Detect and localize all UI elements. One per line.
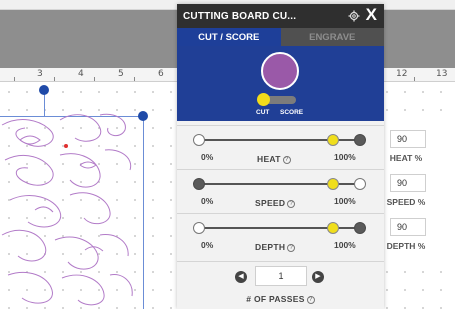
depth-input[interactable]: 90 [390,218,426,236]
depth-value-knob[interactable] [327,222,339,234]
depth-row: 0% DEPTH? 100% [177,213,384,257]
panel-title: CUTTING BOARD CU... [183,10,297,22]
heat-value-knob[interactable] [327,134,339,146]
mode-tabs: CUT / SCORE ENGRAVE [177,28,384,46]
heat-min-label: 0% [201,152,214,162]
score-label: SCORE [280,109,304,116]
ruler-number: 13 [436,69,448,79]
help-icon[interactable]: ? [306,296,315,304]
passes-label-text: # OF PASSES [246,294,305,304]
heat-label: HEAT? [257,154,291,164]
ruler-tick [14,77,15,81]
ruler-tick [134,77,135,81]
speed-percent-label: SPEED % [386,197,426,207]
panel-header: CUTTING BOARD CU... X [177,4,384,28]
speed-label: SPEED? [255,198,296,208]
heat-slider[interactable]: 0% HEAT? 100% [177,126,379,170]
depth-label: DEPTH? [255,242,296,252]
speed-input[interactable]: 90 [390,174,426,192]
tab-cut-score[interactable]: CUT / SCORE [177,28,281,46]
ruler-tick [414,77,415,81]
depth-label-text: DEPTH [255,242,286,252]
heat-max-knob[interactable] [354,134,366,146]
passes-increment-button[interactable]: ▶ [312,271,324,283]
speed-value-knob[interactable] [327,178,339,190]
heat-label-text: HEAT [257,154,281,164]
heat-percent-label: HEAT % [389,153,423,163]
depth-max-label: 100% [334,240,356,250]
floral-artwork[interactable] [0,100,140,309]
ruler-number: 6 [158,69,164,79]
ruler-tick [54,77,55,81]
toggle-knob[interactable] [257,93,270,106]
editor-stage: 3 4 5 6 12 13 CUTTING BOARD CU... X CUT … [0,0,455,309]
cut-settings-panel: CUTTING BOARD CU... X CUT / SCORE ENGRAV… [177,4,384,309]
speed-min-label: 0% [201,196,214,206]
passes-decrement-button[interactable]: ◀ [235,271,247,283]
heat-row: 0% HEAT? 100% [177,125,384,169]
ruler-number: 5 [118,69,124,79]
help-icon[interactable]: ? [287,200,296,208]
heat-max-label: 100% [334,152,356,162]
ruler-tick [94,77,95,81]
passes-row: ◀ 1 ▶ # OF PASSES? [177,261,384,309]
depth-min-label: 0% [201,240,214,250]
speed-max-knob[interactable] [354,178,366,190]
tab-engrave[interactable]: ENGRAVE [280,28,384,46]
help-icon[interactable]: ? [287,244,296,252]
color-preview: CUT SCORE [177,46,384,121]
cut-label: CUT [256,109,270,116]
depth-max-knob[interactable] [354,222,366,234]
heat-input[interactable]: 90 [390,130,426,148]
depth-min-knob[interactable] [193,222,205,234]
ruler-number: 3 [37,69,43,79]
ruler-number: 12 [396,69,408,79]
speed-slider[interactable]: 0% SPEED? 100% [177,170,379,214]
help-icon[interactable]: ? [282,156,291,164]
passes-input[interactable]: 1 [255,266,307,286]
gear-icon[interactable] [348,10,360,22]
speed-min-knob[interactable] [193,178,205,190]
selection-right-edge [143,116,144,309]
depth-percent-label: DEPTH % [386,241,426,251]
cut-score-toggle[interactable] [257,93,296,106]
ruler-number: 4 [78,69,84,79]
passes-label: # OF PASSES? [177,294,384,304]
close-icon[interactable]: X [366,5,377,25]
speed-row: 0% SPEED? 100% [177,169,384,213]
color-swatch[interactable] [261,52,299,90]
rotate-handle[interactable] [39,85,49,95]
heat-min-knob[interactable] [193,134,205,146]
depth-slider[interactable]: 0% DEPTH? 100% [177,214,379,258]
speed-max-label: 100% [334,196,356,206]
speed-label-text: SPEED [255,198,286,208]
